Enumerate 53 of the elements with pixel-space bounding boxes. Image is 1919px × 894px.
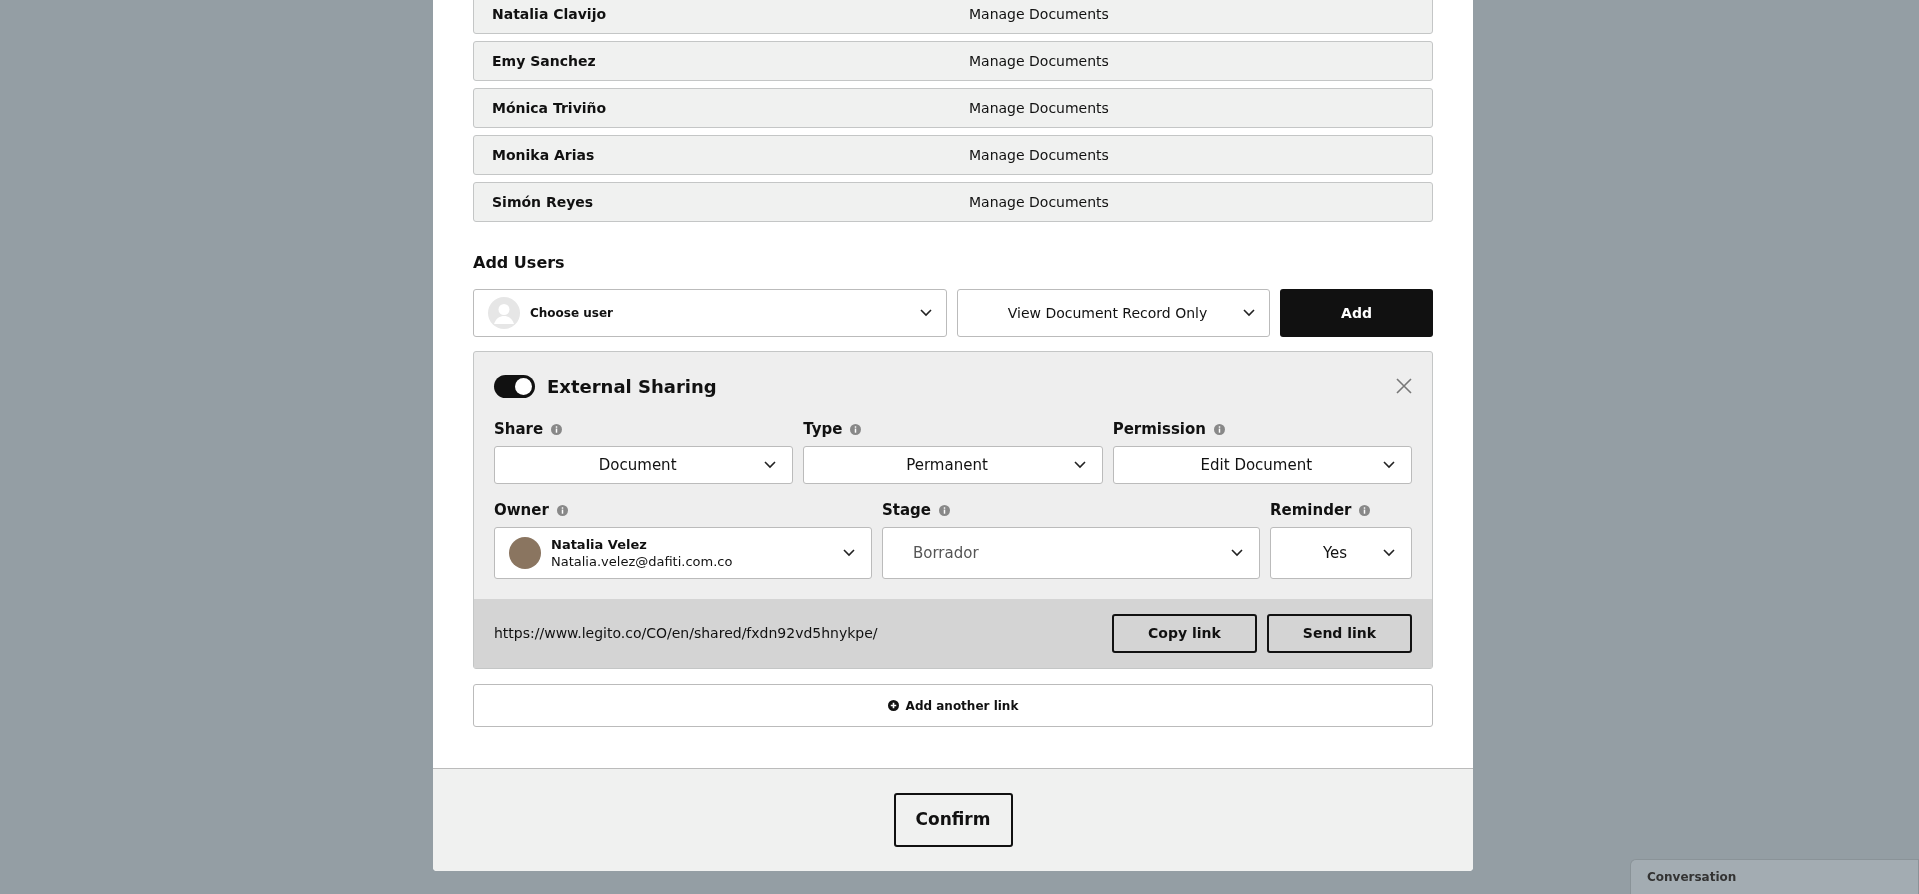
select-field[interactable]: Borrador — [882, 527, 1260, 579]
info-icon — [551, 423, 563, 435]
chevron-down-icon — [1243, 309, 1255, 317]
avatar — [509, 537, 541, 569]
panel-title: External Sharing — [547, 374, 717, 399]
field-label: Stage — [882, 499, 931, 521]
chevron-down-icon — [1383, 549, 1395, 557]
user-select[interactable]: Choose user — [473, 289, 947, 337]
select-field[interactable]: Yes — [1270, 527, 1412, 579]
select-field[interactable]: Document — [494, 446, 794, 484]
info-icon — [939, 504, 950, 516]
close-icon[interactable] — [1396, 378, 1412, 394]
member-name: Emy Sanchez — [492, 51, 597, 71]
select-field[interactable]: Edit Document — [1112, 446, 1412, 484]
permission-select[interactable]: View Document Record Only — [957, 289, 1270, 337]
member-name: Mónica Triviño — [492, 98, 608, 118]
send-link-button[interactable]: Send link — [1267, 614, 1412, 653]
info-icon — [1359, 504, 1371, 516]
add-button[interactable]: Add — [1280, 289, 1433, 337]
toggle-switch[interactable] — [494, 374, 535, 398]
owner-select[interactable]: Natalia Velez Natalia.velez@dafiti.com.co — [494, 527, 872, 579]
info-icon — [556, 504, 568, 516]
member-role: Manage Documents — [969, 4, 1109, 24]
chevron-down-icon — [1383, 461, 1395, 469]
field-label: Share — [494, 418, 544, 440]
user-avatar-icon — [488, 297, 520, 329]
field-label: Owner — [494, 499, 549, 521]
chevron-down-icon — [764, 461, 777, 469]
field-label: Permission — [1112, 418, 1206, 440]
add-link-button[interactable]: Add another link — [473, 684, 1433, 727]
copy-link-button[interactable]: Copy link — [1112, 614, 1257, 653]
member-role: Manage Documents — [969, 145, 1109, 165]
member-role: Manage Documents — [969, 51, 1109, 71]
select-field[interactable]: Permanent — [803, 446, 1103, 484]
field-label: Type — [803, 418, 843, 440]
member-name: Natalia Clavijo — [492, 4, 608, 24]
info-icon — [1214, 423, 1225, 435]
plus-circle-icon — [887, 700, 899, 711]
chevron-down-icon — [920, 309, 932, 317]
chevron-down-icon — [843, 549, 855, 557]
member-role: Manage Documents — [969, 192, 1109, 212]
owner-name: Natalia Velez — [551, 536, 648, 553]
member-name: Monika Arias — [492, 145, 596, 165]
member-name: Simón Reyes — [492, 192, 595, 212]
chevron-down-icon — [1231, 549, 1243, 557]
owner-email: Natalia.velez@dafiti.com.co — [551, 553, 734, 570]
confirm-button[interactable]: Confirm — [893, 793, 1013, 847]
section-title: Add Users — [473, 252, 566, 271]
conversation-tab[interactable]: Conversation — [1630, 859, 1919, 894]
member-role: Manage Documents — [969, 98, 1109, 118]
info-icon — [850, 423, 862, 435]
field-label: Reminder — [1270, 499, 1352, 521]
chevron-down-icon — [1073, 461, 1086, 469]
